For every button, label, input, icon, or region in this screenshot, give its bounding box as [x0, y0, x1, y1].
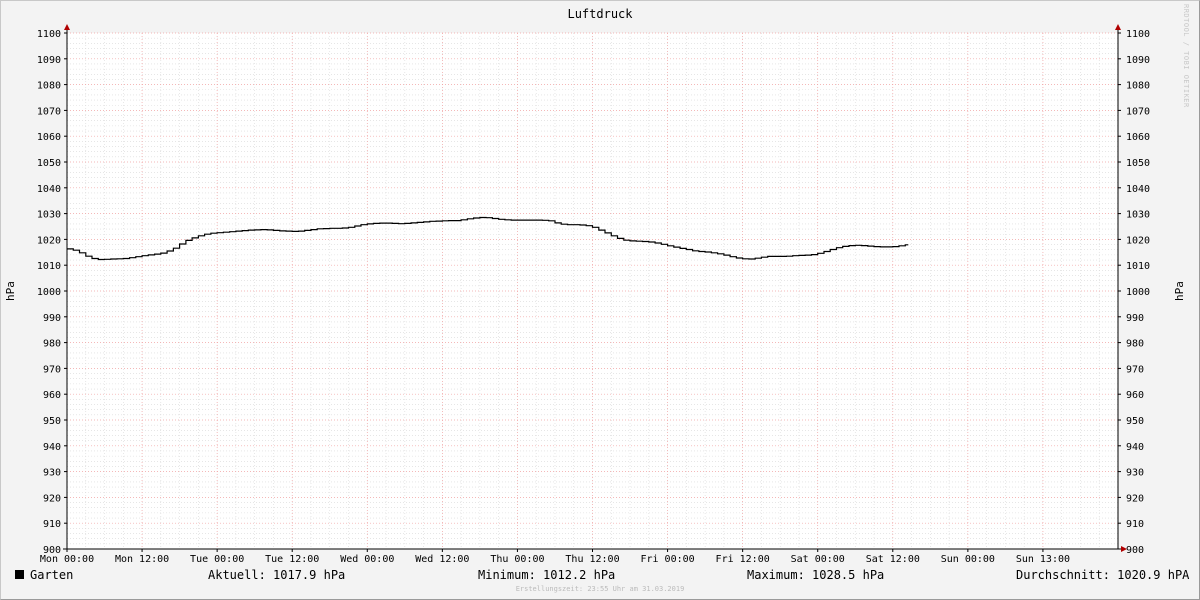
x-tick-label: Sun 00:00: [941, 554, 995, 565]
y-tick-label-right: 1070: [1126, 106, 1150, 117]
x-tick-label: Mon 00:00: [40, 554, 94, 565]
y-tick-label-left: 1020: [37, 235, 61, 246]
y-tick-label-left: 1070: [37, 106, 61, 117]
stat-maximum: Maximum: 1028.5 hPa: [747, 568, 885, 582]
y-axis-left-arrow: [64, 24, 70, 30]
stat-current: Aktuell: 1017.9 hPa: [208, 568, 346, 582]
y-tick-label-left: 930: [43, 468, 61, 479]
x-tick-label: Fri 00:00: [640, 554, 694, 565]
y-tick-label-right: 1030: [1126, 210, 1150, 221]
stat-minimum: Minimum: 1012.2 hPa: [478, 568, 616, 582]
x-tick-label: Thu 00:00: [490, 554, 544, 565]
y-axis-right-arrow: [1115, 24, 1121, 30]
y-tick-label-left: 1080: [37, 81, 61, 92]
y-tick-label-right: 910: [1126, 519, 1144, 530]
y-tick-label-left: 1090: [37, 55, 61, 66]
y-tick-label-right: 1100: [1126, 29, 1150, 40]
y-axis-right-ticks: 900 910 920 930 940 950 960 970 980 990 1000 1010 10…: [1118, 29, 1150, 556]
y-tick-label-right: 1020: [1126, 235, 1150, 246]
y-tick-label-right: 1010: [1126, 261, 1150, 272]
y-tick-label-left: 1060: [37, 132, 61, 143]
y-tick-label-right: 990: [1126, 313, 1144, 324]
chart-title: Luftdruck: [567, 7, 633, 21]
x-axis-ticks: Mon 00:00 Mon 12:00 Tue 00:00 Tue 12:00 Wed …: [40, 549, 1070, 565]
y-tick-label-right: 1040: [1126, 184, 1150, 195]
y-axis-left-ticks: 9009109209309409509609709809901000101010…: [37, 29, 67, 556]
x-tick-label: Wed 00:00: [340, 554, 394, 565]
y-tick-label-right: 950: [1126, 416, 1144, 427]
y-axis-label-right: hPa: [1173, 281, 1186, 301]
y-tick-label-right: 1090: [1126, 55, 1150, 66]
y-tick-label-left: 910: [43, 519, 61, 530]
x-tick-label: Thu 12:00: [565, 554, 619, 565]
legend-swatch: [15, 570, 24, 579]
y-tick-label-left: 1040: [37, 184, 61, 195]
x-tick-label: Mon 12:00: [115, 554, 169, 565]
y-tick-label-left: 940: [43, 442, 61, 453]
y-axis-label-left: hPa: [4, 281, 17, 301]
y-tick-label-left: 960: [43, 390, 61, 401]
y-tick-label-left: 1000: [37, 287, 61, 298]
chart-grid: [66, 32, 1119, 550]
y-tick-label-right: 920: [1126, 493, 1144, 504]
x-tick-label: Sat 00:00: [791, 554, 845, 565]
x-tick-label: Fri 12:00: [716, 554, 770, 565]
y-tick-label-left: 920: [43, 493, 61, 504]
y-tick-label-right: 1060: [1126, 132, 1150, 143]
watermark-text: RRDTOOL / TOBI OETIKER: [1182, 4, 1190, 108]
y-tick-label-right: 940: [1126, 442, 1144, 453]
y-tick-label-right: 980: [1126, 339, 1144, 350]
y-tick-label-right: 1000: [1126, 287, 1150, 298]
y-tick-label-right: 1050: [1126, 158, 1150, 169]
pressure-chart: 900 910 920 930 940 950 960 970 980 990 1000 1010 10…: [4, 7, 1186, 565]
x-tick-label: Wed 12:00: [415, 554, 469, 565]
y-tick-label-left: 990: [43, 313, 61, 324]
y-tick-label-left: 980: [43, 339, 61, 350]
legend-label: Garten: [30, 568, 74, 582]
y-tick-label-left: 1030: [37, 210, 61, 221]
y-tick-label-left: 950: [43, 416, 61, 427]
x-tick-label: Tue 00:00: [190, 554, 244, 565]
y-tick-label-right: 1080: [1126, 81, 1150, 92]
creation-time: Erstellungszeit: 23:55 Uhr am 31.03.2019: [515, 585, 685, 593]
y-tick-label-right: 970: [1126, 364, 1144, 375]
x-tick-label: Tue 12:00: [265, 554, 319, 565]
y-tick-label-right: 960: [1126, 390, 1144, 401]
stat-average: Durchschnitt: 1020.9 hPA: [1016, 568, 1190, 582]
y-tick-label-right: 900: [1126, 545, 1144, 556]
x-tick-label: Sat 12:00: [866, 554, 920, 565]
x-tick-label: Sun 13:00: [1016, 554, 1070, 565]
y-tick-label-left: 1010: [37, 261, 61, 272]
y-tick-label-right: 930: [1126, 468, 1144, 479]
y-tick-label-left: 970: [43, 364, 61, 375]
y-tick-label-left: 1100: [37, 29, 61, 40]
y-tick-label-left: 1050: [37, 158, 61, 169]
